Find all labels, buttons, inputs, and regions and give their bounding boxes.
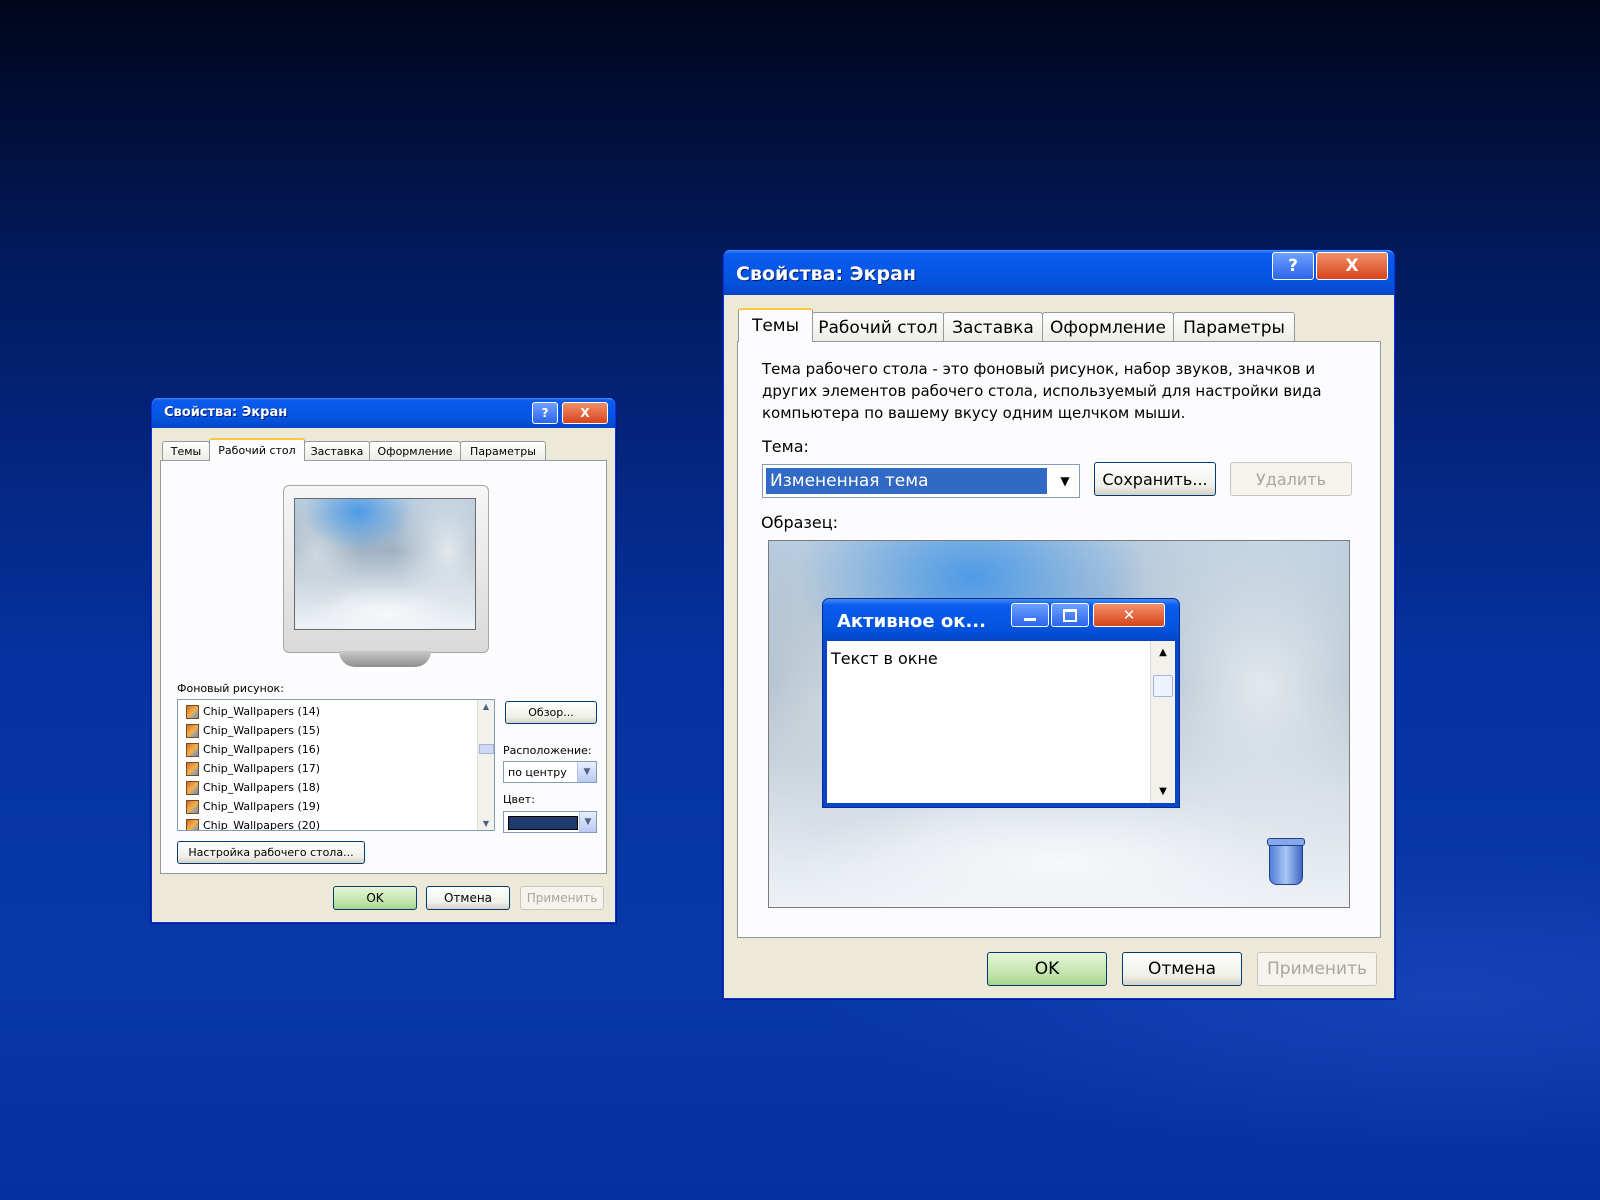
scroll-thumb[interactable] [479,744,494,754]
background-label: Фоновый рисунок: [177,682,284,695]
small-apply-button[interactable]: Применить [520,886,604,910]
large-tab-settings[interactable]: Параметры [1173,312,1295,342]
large-display-properties-window: Свойства: Экран ? X Темы Рабочий стол За… [723,250,1395,999]
large-close-button[interactable]: X [1316,252,1388,280]
small-window-titlebar[interactable]: Свойства: Экран ? X [152,398,615,428]
scroll-down-icon: ▼ [1159,786,1167,797]
small-display-properties-window: Свойства: Экран ? X Темы Рабочий стол За… [151,398,616,923]
color-label: Цвет: [503,793,535,806]
wallpaper-list-item[interactable]: Chip_Wallpapers (16) [186,740,320,759]
preview-close-icon: ✕ [1093,603,1165,627]
large-themes-panel: Тема рабочего стола - это фоновый рисуно… [737,341,1381,938]
close-icon: X [1345,256,1359,276]
preview-window-titlebar: Активное ок... ✕ [823,599,1179,641]
image-file-icon [186,742,199,757]
large-window-titlebar[interactable]: Свойства: Экран ? X [724,250,1394,295]
sample-label: Образец: [761,513,839,532]
themes-description: Тема рабочего стола - это фоновый рисуно… [762,360,1322,422]
wallpaper-list-item[interactable]: Chip_Wallpapers (15) [186,721,320,740]
scroll-up-icon: ▲ [1159,647,1167,658]
large-window-title: Свойства: Экран [736,263,917,285]
small-help-button[interactable]: ? [532,402,558,424]
monitor-stand [339,651,431,667]
large-tab-strip: Темы Рабочий стол Заставка Оформление Па… [738,308,1295,342]
preview-window-body: Текст в окне ▲ ▼ [827,641,1175,803]
color-swatch [508,816,578,830]
help-icon: ? [541,406,549,420]
large-help-button[interactable]: ? [1272,252,1314,280]
customize-desktop-button[interactable]: Настройка рабочего стола... [177,841,365,864]
preview-window-title: Активное ок... [837,611,986,632]
browse-button[interactable]: Обзор... [505,701,597,724]
small-tab-appearance[interactable]: Оформление [369,441,461,461]
color-picker[interactable]: ▼ [503,811,597,833]
preview-scrollbar: ▲ ▼ [1150,641,1175,803]
close-icon: X [580,406,590,420]
wallpaper-list-scrollbar[interactable]: ▲ ▼ [477,700,494,830]
preview-active-window: Активное ок... ✕ Текст в окне ▲ ▼ [823,599,1179,807]
large-apply-button[interactable]: Применить [1257,952,1377,986]
scroll-up-icon[interactable]: ▲ [478,702,494,711]
large-ok-button[interactable]: OK [987,952,1107,986]
small-tab-desktop[interactable]: Рабочий стол [209,438,305,461]
recycle-bin-icon [1267,838,1305,885]
image-file-icon [186,723,199,738]
small-tab-settings[interactable]: Параметры [460,441,546,461]
dropdown-arrow-icon[interactable]: ▼ [577,762,596,782]
image-file-icon [186,780,199,795]
small-cancel-button[interactable]: Отмена [426,886,510,910]
small-ok-button[interactable]: OK [333,886,417,910]
wallpaper-list-item[interactable]: Chip_Wallpapers (17) [186,759,320,778]
monitor-wallpaper-preview [294,498,476,630]
dropdown-arrow-icon[interactable]: ▼ [579,812,596,832]
small-tab-themes[interactable]: Темы [162,441,210,461]
large-cancel-button[interactable]: Отмена [1122,952,1242,986]
small-window-title: Свойства: Экран [164,405,288,420]
small-desktop-panel: Фоновый рисунок: Chip_Wallpapers (14) Chi… [160,460,607,874]
small-tab-screensaver[interactable]: Заставка [304,441,370,461]
preview-window-text: Текст в окне [831,649,938,668]
maximize-icon [1051,603,1089,627]
small-tab-strip: Темы Рабочий стол Заставка Оформление Па… [162,438,546,461]
large-tab-themes[interactable]: Темы [738,308,813,342]
position-select[interactable]: по центру ▼ [503,761,597,783]
scroll-down-icon[interactable]: ▼ [478,819,494,828]
large-tab-desktop[interactable]: Рабочий стол [812,312,944,342]
delete-theme-button[interactable]: Удалить [1230,462,1352,496]
dropdown-arrow-icon[interactable]: ▼ [1051,465,1079,497]
theme-label: Тема: [762,437,809,456]
wallpaper-list-item[interactable]: Chip_Wallpapers (14) [186,702,320,721]
preview-scroll-thumb [1153,675,1173,697]
help-icon: ? [1288,256,1298,276]
wallpaper-list-item[interactable]: Chip_Wallpapers (19) [186,797,320,816]
theme-select[interactable]: Измененная тема ▼ [762,464,1080,498]
large-tab-screensaver[interactable]: Заставка [943,312,1043,342]
image-file-icon [186,704,199,719]
position-label: Расположение: [503,744,592,757]
save-theme-button[interactable]: Сохранить... [1094,462,1216,496]
minimize-icon [1011,603,1049,627]
theme-sample-preview: Активное ок... ✕ Текст в окне ▲ ▼ [768,540,1350,908]
wallpaper-list-item[interactable]: Chip_Wallpapers (18) [186,778,320,797]
large-tab-appearance[interactable]: Оформление [1042,312,1174,342]
monitor-icon [283,485,489,653]
wallpaper-list[interactable]: Chip_Wallpapers (14) Chip_Wallpapers (15)… [177,699,495,831]
image-file-icon [186,818,199,830]
image-file-icon [186,799,199,814]
small-close-button[interactable]: X [562,402,608,424]
wallpaper-list-item[interactable]: Chip_Wallpapers (20) [186,816,320,830]
image-file-icon [186,761,199,776]
